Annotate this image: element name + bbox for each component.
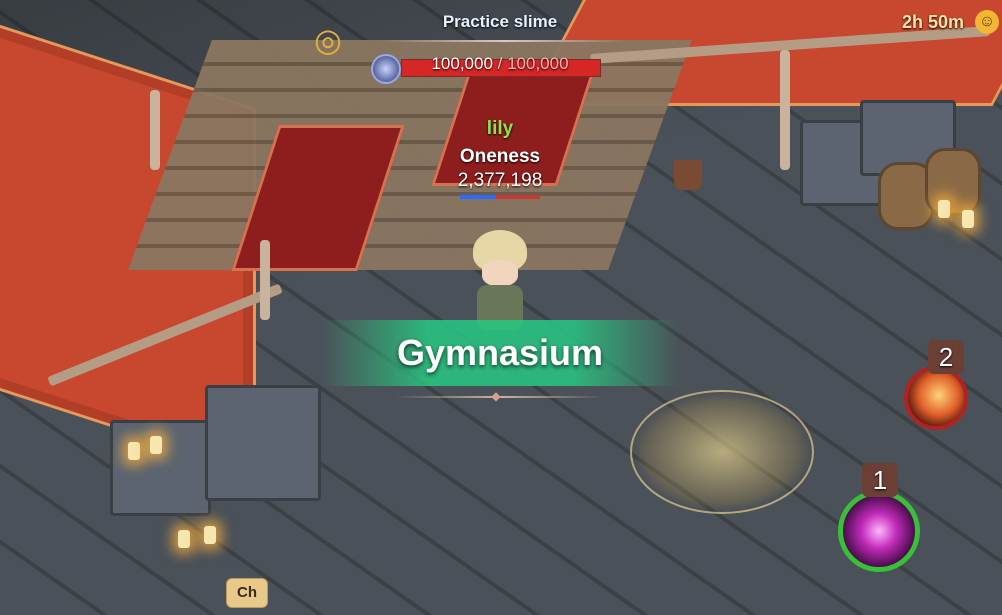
boss-hp-separator: / — [492, 54, 508, 73]
player-title: Oneness — [459, 146, 541, 167]
railing-post — [260, 240, 270, 320]
boss-divider — [385, 40, 625, 42]
railing-post — [780, 50, 790, 170]
banner-gem-icon: ◆ — [491, 389, 501, 403]
chat-button[interactable]: Ch — [226, 578, 268, 608]
barrel — [925, 148, 981, 216]
player-name: lily — [486, 118, 514, 139]
player-hp-blue — [460, 195, 496, 199]
skill-button-arcane[interactable] — [838, 490, 920, 572]
location-name: Gymnasium — [396, 332, 604, 373]
boss-name: Practice slime — [442, 12, 558, 31]
character-face — [482, 260, 518, 286]
candle — [128, 442, 140, 460]
railing-post — [150, 90, 160, 170]
boss-hp-text: 100,000 / 100,000 — [401, 54, 599, 74]
crate — [110, 420, 211, 516]
player-power: 2,377,198 — [457, 170, 543, 191]
candle — [204, 526, 216, 544]
skill-slot-2-badge: 2 — [928, 340, 964, 374]
player-hp-red — [496, 195, 540, 199]
candle — [150, 436, 162, 454]
candle — [962, 210, 974, 228]
boss-hp-current: 100,000 — [431, 54, 493, 73]
magic-portal[interactable] — [630, 390, 814, 514]
event-timer: 2h 50m — [902, 12, 965, 32]
target-icon[interactable]: ◎ — [310, 22, 346, 58]
boss-health-panel: Practice slime 100,000 / 100,000 — [365, 10, 635, 84]
skill-slot-1-badge: 1 — [862, 463, 898, 497]
skill-button-fire[interactable] — [904, 366, 968, 430]
candle — [178, 530, 190, 548]
clock-icon[interactable]: ☺ — [975, 10, 999, 34]
candle — [938, 200, 950, 218]
boss-hp-max: 100,000 — [507, 54, 569, 73]
player-hp-bar — [460, 195, 540, 199]
crate — [205, 385, 321, 501]
potted-plant — [674, 160, 702, 190]
hp-orb-icon — [371, 54, 401, 84]
player-character[interactable] — [465, 230, 535, 330]
